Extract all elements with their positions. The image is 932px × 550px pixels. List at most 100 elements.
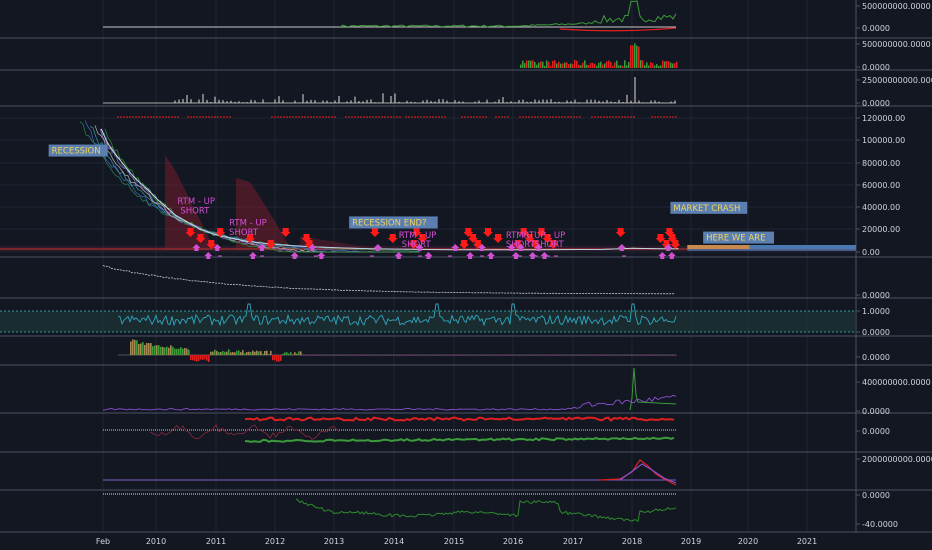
volume-bar [624,60,626,68]
volume-bar [590,62,592,68]
signal-dot [307,116,309,118]
axis-tick-label: 0.0000 [862,63,890,72]
signal-dot [199,116,201,118]
histogram-bar [429,355,431,356]
signal-dot [147,116,149,118]
signal-dot [369,116,371,118]
histogram-bar [441,355,443,356]
volume-bar [660,65,662,68]
histogram-bar [286,352,288,355]
signal-dot [660,116,662,118]
projection-blue-band [749,245,856,249]
volume-bar [648,65,650,68]
histogram-bar [561,355,563,356]
signal-dot [351,116,353,118]
histogram-bar [432,355,434,356]
volume-bar [630,45,632,68]
histogram-bar [408,355,410,356]
volume-bar [542,61,544,68]
histogram-bar [399,355,401,356]
signal-dot [534,116,536,118]
histogram-bar [180,347,182,355]
histogram-bar [330,355,332,356]
volume-bar [560,63,562,68]
histogram-bar [204,355,206,360]
signal-dot [507,116,509,118]
signal-dot [654,116,656,118]
signal-dot [381,116,383,118]
histogram-bar [435,355,437,356]
signal-dot [144,116,146,118]
signal-dot [378,116,380,118]
histogram-bar [208,355,210,362]
time-axis-label: 2011 [206,537,226,546]
volume-bar [664,61,666,68]
histogram-bar [136,340,138,355]
volume-bar [610,61,612,68]
histogram-bar [426,355,428,356]
volume-bar [612,65,614,68]
volume-bar [646,62,648,68]
volume-bar [520,64,522,68]
volume-bar [524,63,526,68]
histogram-bar [152,346,154,355]
signal-dot [441,116,443,118]
signal-dot [138,116,140,118]
histogram-bar [250,352,252,355]
signal-dot [464,116,466,118]
histogram-bar [486,355,488,356]
histogram-bar [178,348,180,355]
volume-bar [608,60,610,68]
signal-dot [470,116,472,118]
rtm-label: SHORTSHORT [506,240,565,250]
histogram-bar [138,343,140,355]
signal-dot [485,116,487,118]
histogram-bar [495,355,497,356]
histogram-bar [366,355,368,356]
axis-tick-label: -40.0000 [862,520,898,529]
histogram-bar [621,355,623,356]
volume-bar [638,46,640,68]
time-axis-label: 2018 [622,537,642,546]
signal-dot [501,116,503,118]
histogram-bar [657,355,659,356]
histogram-bar [300,351,302,355]
time-axis-label: 2021 [797,537,817,546]
volume-bar [538,62,540,68]
histogram-bar [570,355,572,356]
histogram-bar [154,345,156,355]
histogram-bar [633,355,635,356]
axis-tick-label: 0.0000 [862,24,890,33]
histogram-bar [615,355,617,356]
axis-tick-label: 0.0000 [862,491,890,500]
signal-dot [396,116,398,118]
histogram-bar [294,352,296,355]
histogram-bar [224,351,226,355]
volume-bar [534,61,536,68]
volume-bar [522,60,524,68]
signal-dot [286,116,288,118]
histogram-bar [624,355,626,356]
histogram-bar [477,355,479,356]
histogram-bar [450,355,452,356]
signal-dot [123,116,125,118]
signal-dot [354,116,356,118]
histogram-bar [156,345,158,355]
histogram-bar [603,355,605,356]
histogram-bar [579,355,581,356]
signal-dot [546,116,548,118]
signal-dot [301,116,303,118]
histogram-bar [666,355,668,356]
histogram-bar [459,355,461,356]
signal-dot [540,116,542,118]
volume-bar [596,65,598,68]
histogram-bar [280,355,282,361]
histogram-bar [654,355,656,356]
volume-bar [592,62,594,68]
histogram-bar [501,355,503,356]
histogram-bar [453,355,455,356]
histogram-bar [240,352,242,355]
volume-bar [594,63,596,68]
volume-bar [536,64,538,68]
signal-dot [187,116,189,118]
